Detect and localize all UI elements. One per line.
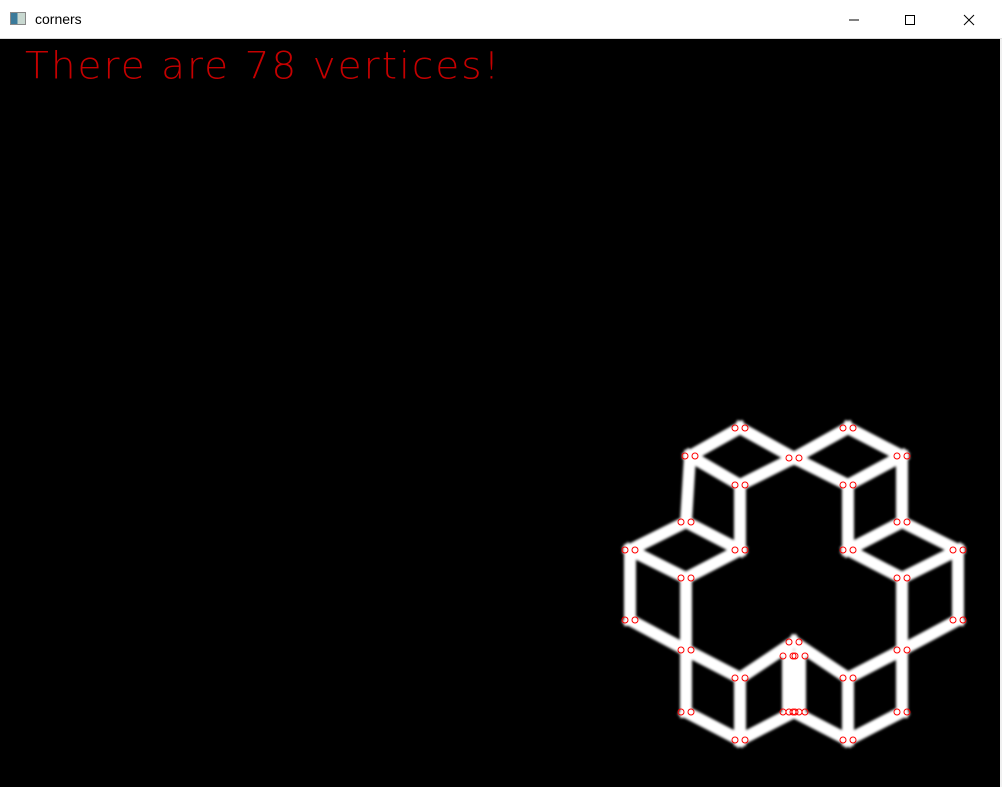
shape-edge	[839, 541, 911, 587]
shape-edge	[893, 541, 967, 587]
shape-edge	[681, 419, 749, 465]
shape-edge	[839, 447, 911, 494]
shape-edge	[621, 541, 695, 587]
shape-edge	[839, 703, 911, 749]
shape-edge	[677, 541, 749, 587]
shape-edge	[731, 419, 803, 467]
shape-edge	[731, 449, 803, 494]
shape-edge	[677, 513, 749, 559]
shape-edge	[677, 641, 749, 687]
cube-logo-shape	[621, 419, 967, 749]
shape-edge	[785, 419, 857, 467]
shape-edge	[681, 447, 749, 494]
shape-edge	[839, 513, 911, 559]
shape-edge	[785, 449, 857, 494]
shape-edge	[893, 513, 967, 559]
shape-edge	[893, 611, 967, 659]
shape-edge	[839, 641, 911, 687]
shape-edges	[621, 419, 967, 749]
shape-edge	[621, 513, 695, 559]
shape-edge	[839, 419, 911, 465]
shape-edge	[677, 703, 749, 749]
shape-edge	[679, 449, 697, 529]
shape-edge	[621, 611, 695, 659]
